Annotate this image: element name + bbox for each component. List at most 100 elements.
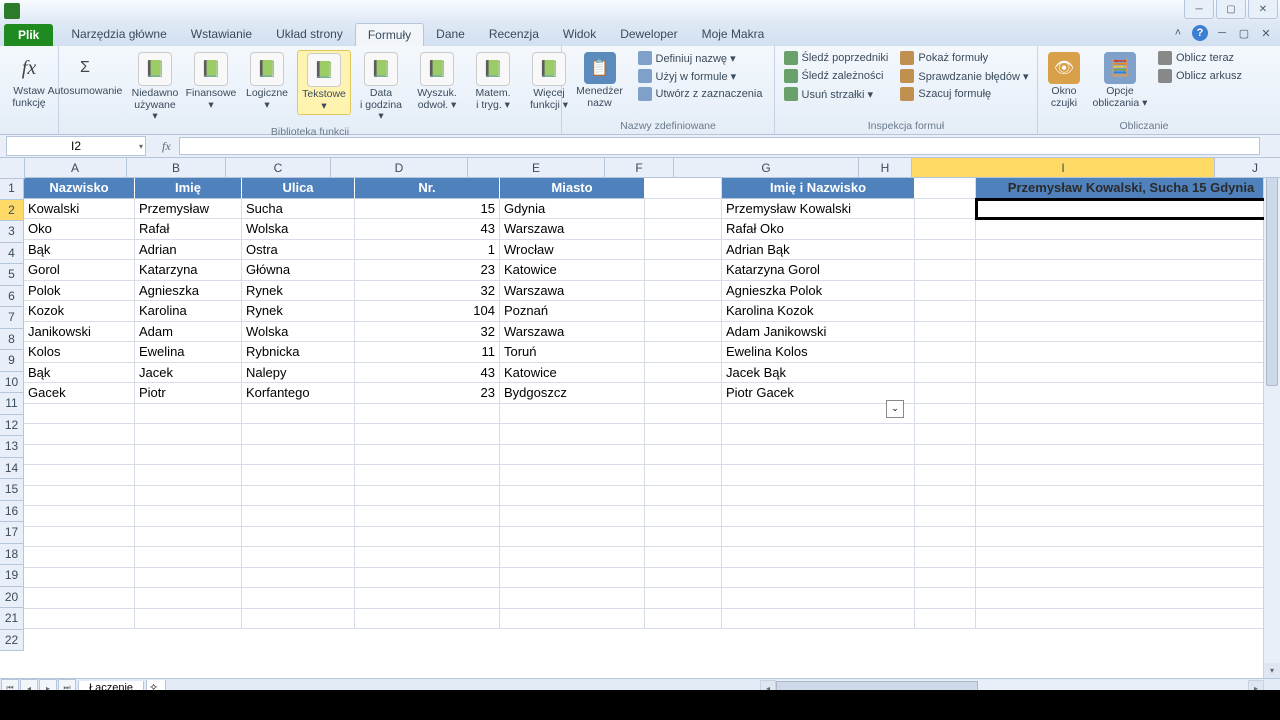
- cell-H10[interactable]: [915, 363, 976, 384]
- cell-I3[interactable]: [976, 219, 1264, 240]
- col-header-G[interactable]: G: [674, 158, 859, 178]
- cell-I14[interactable]: [976, 445, 1264, 466]
- cell-D10[interactable]: 43: [355, 363, 500, 384]
- cell-H9[interactable]: [915, 342, 976, 363]
- row-header-5[interactable]: 5: [0, 264, 24, 286]
- cell-H19[interactable]: [915, 547, 976, 568]
- cell-D7[interactable]: 104: [355, 301, 500, 322]
- cell-E22[interactable]: [500, 609, 645, 630]
- cell-F18[interactable]: [645, 527, 722, 548]
- row-header-19[interactable]: 19: [0, 565, 24, 587]
- cell-C6[interactable]: Rynek: [242, 281, 355, 302]
- minimize-button[interactable]: ─: [1184, 0, 1214, 19]
- cell-H20[interactable]: [915, 568, 976, 589]
- tab-dane[interactable]: Dane: [424, 23, 477, 46]
- formula-input[interactable]: [179, 137, 1260, 155]
- cell-F17[interactable]: [645, 506, 722, 527]
- cell-G2[interactable]: Przemysław Kowalski: [722, 199, 915, 220]
- cell-E21[interactable]: [500, 588, 645, 609]
- cell-B2[interactable]: Przemysław: [135, 199, 242, 220]
- cell-B14[interactable]: [135, 445, 242, 466]
- cell-F13[interactable]: [645, 424, 722, 445]
- grid[interactable]: ABCDEFGHIJ 12345678910111213141516171819…: [0, 158, 1280, 678]
- cell-I10[interactable]: [976, 363, 1264, 384]
- cell-G10[interactable]: Jacek Bąk: [722, 363, 915, 384]
- tab-deweloper[interactable]: Deweloper: [608, 23, 689, 46]
- cell-B3[interactable]: Rafał: [135, 219, 242, 240]
- cell-A7[interactable]: Kozok: [24, 301, 135, 322]
- cell-F15[interactable]: [645, 465, 722, 486]
- col-header-F[interactable]: F: [605, 158, 674, 178]
- cell-A11[interactable]: Gacek: [24, 383, 135, 404]
- cell-B6[interactable]: Agnieszka: [135, 281, 242, 302]
- tab-widok[interactable]: Widok: [551, 23, 608, 46]
- cell-C2[interactable]: Sucha: [242, 199, 355, 220]
- cell-C12[interactable]: [242, 404, 355, 425]
- cell-D22[interactable]: [355, 609, 500, 630]
- fn-tekstowe[interactable]: 📗Tekstowe▾: [297, 50, 351, 115]
- cell-D8[interactable]: 32: [355, 322, 500, 343]
- cell-D5[interactable]: 23: [355, 260, 500, 281]
- cell-C3[interactable]: Wolska: [242, 219, 355, 240]
- ribbon-item-definiuj[interactable]: Definiuj nazwę ▾: [634, 50, 767, 66]
- cell-G9[interactable]: Ewelina Kolos: [722, 342, 915, 363]
- fn-logiczne[interactable]: 📗Logiczne▾: [241, 50, 293, 113]
- cell-D17[interactable]: [355, 506, 500, 527]
- cell-I15[interactable]: [976, 465, 1264, 486]
- cell-B9[interactable]: Ewelina: [135, 342, 242, 363]
- cell-I7[interactable]: [976, 301, 1264, 322]
- cell-E7[interactable]: Poznań: [500, 301, 645, 322]
- cell-F8[interactable]: [645, 322, 722, 343]
- col-header-D[interactable]: D: [331, 158, 468, 178]
- cell-D13[interactable]: [355, 424, 500, 445]
- cell-D15[interactable]: [355, 465, 500, 486]
- cell-A4[interactable]: Bąk: [24, 240, 135, 261]
- tab-moje-makra[interactable]: Moje Makra: [690, 23, 777, 46]
- cell-E19[interactable]: [500, 547, 645, 568]
- cell-F9[interactable]: [645, 342, 722, 363]
- cell-B13[interactable]: [135, 424, 242, 445]
- cell-E17[interactable]: [500, 506, 645, 527]
- cell-B5[interactable]: Katarzyna: [135, 260, 242, 281]
- cell-H12[interactable]: [915, 404, 976, 425]
- cell-F14[interactable]: [645, 445, 722, 466]
- col-header-C[interactable]: C: [226, 158, 331, 178]
- cell-I18[interactable]: [976, 527, 1264, 548]
- tab-formuły[interactable]: Formuły: [355, 23, 424, 46]
- cell-H21[interactable]: [915, 588, 976, 609]
- cell-A1[interactable]: Nazwisko: [24, 178, 135, 199]
- row-header-11[interactable]: 11: [0, 393, 24, 415]
- cell-B22[interactable]: [135, 609, 242, 630]
- cell-I9[interactable]: [976, 342, 1264, 363]
- cell-D20[interactable]: [355, 568, 500, 589]
- close-button[interactable]: ✕: [1248, 0, 1278, 19]
- cell-G3[interactable]: Rafał Oko: [722, 219, 915, 240]
- cell-E5[interactable]: Katowice: [500, 260, 645, 281]
- cell-D12[interactable]: [355, 404, 500, 425]
- cell-I1[interactable]: Przemysław Kowalski, Sucha 15 Gdynia: [976, 178, 1264, 199]
- cell-I2[interactable]: [976, 199, 1264, 220]
- cell-E12[interactable]: [500, 404, 645, 425]
- cell-B16[interactable]: [135, 486, 242, 507]
- cell-I17[interactable]: [976, 506, 1264, 527]
- cell-F20[interactable]: [645, 568, 722, 589]
- cell-E4[interactable]: Wrocław: [500, 240, 645, 261]
- cell-E18[interactable]: [500, 527, 645, 548]
- cell-I6[interactable]: [976, 281, 1264, 302]
- cell-C20[interactable]: [242, 568, 355, 589]
- cell-I16[interactable]: [976, 486, 1264, 507]
- row-header-8[interactable]: 8: [0, 329, 24, 351]
- cell-E6[interactable]: Warszawa: [500, 281, 645, 302]
- cell-C13[interactable]: [242, 424, 355, 445]
- cell-F21[interactable]: [645, 588, 722, 609]
- cell-A14[interactable]: [24, 445, 135, 466]
- cell-G13[interactable]: [722, 424, 915, 445]
- row-header-16[interactable]: 16: [0, 501, 24, 523]
- cell-E8[interactable]: Warszawa: [500, 322, 645, 343]
- cell-H13[interactable]: [915, 424, 976, 445]
- cell-B11[interactable]: Piotr: [135, 383, 242, 404]
- watch-window-button[interactable]: 👁 Okno czujki: [1042, 50, 1086, 111]
- cell-D1[interactable]: Nr.: [355, 178, 500, 199]
- cell-F5[interactable]: [645, 260, 722, 281]
- cell-E10[interactable]: Katowice: [500, 363, 645, 384]
